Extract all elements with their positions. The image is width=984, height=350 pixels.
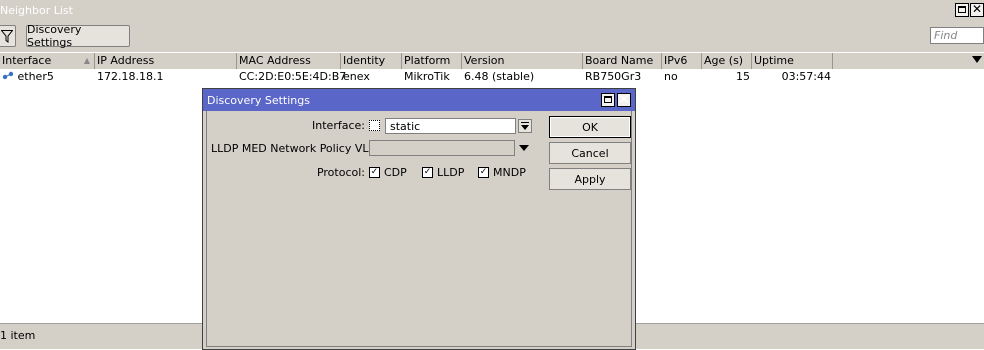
- column-ipv6[interactable]: IPv6: [662, 53, 702, 69]
- cell-age: 15: [736, 70, 750, 83]
- cancel-button[interactable]: Cancel: [549, 142, 631, 164]
- find-input[interactable]: Find: [930, 27, 984, 44]
- cell-ipv6: no: [664, 70, 678, 83]
- column-age-label: Age (s): [704, 54, 744, 67]
- dialog-title: Discovery Settings: [207, 94, 310, 107]
- mndp-label: MNDP: [493, 166, 526, 179]
- item-count: 1 item: [0, 329, 36, 342]
- discovery-settings-button[interactable]: Discovery Settings: [26, 23, 130, 49]
- dialog-titlebar: Discovery Settings ✕: [203, 89, 635, 111]
- column-platform[interactable]: Platform: [402, 53, 462, 69]
- dialog-maximize-button[interactable]: [601, 93, 615, 107]
- maximize-icon: [958, 6, 966, 13]
- column-mac-address[interactable]: MAC Address: [237, 53, 341, 69]
- chevron-down-icon[interactable]: [519, 145, 529, 151]
- dropdown-icon: [521, 122, 529, 130]
- cell-identity: enex: [343, 70, 370, 83]
- close-icon: ✕: [971, 2, 983, 16]
- filter-button[interactable]: [0, 25, 16, 47]
- column-mac-address-label: MAC Address: [239, 54, 311, 67]
- ok-label: OK: [582, 120, 598, 134]
- column-uptime-label: Uptime: [754, 54, 794, 67]
- column-menu-icon[interactable]: [972, 56, 982, 63]
- lldp-vlan-field[interactable]: [369, 140, 515, 156]
- cell-board-name: RB750Gr3: [585, 70, 642, 83]
- lldp-vlan-label: LLDP MED Network Policy VLAN: [211, 142, 385, 155]
- toolbar: Discovery Settings Find: [0, 22, 984, 52]
- window-titlebar: Neighbor List ✕: [0, 0, 984, 23]
- column-version-label: Version: [464, 54, 505, 67]
- lldp-checkbox[interactable]: ✓: [422, 167, 433, 178]
- discovery-settings-dialog: Discovery Settings ✕ Interface: static L…: [202, 88, 636, 350]
- cdp-checkbox[interactable]: ✓: [369, 167, 380, 178]
- cell-platform: MikroTik: [404, 70, 450, 83]
- column-interface-label: Interface: [2, 54, 52, 67]
- sort-ascending-icon: ▲: [83, 56, 90, 65]
- cell-ip-address: 172.18.18.1: [97, 70, 164, 83]
- cancel-label: Cancel: [571, 146, 609, 160]
- column-identity-label: Identity: [343, 54, 386, 67]
- table-row[interactable]: ether5 172.18.18.1 CC:2D:E0:5E:4D:B7 ene…: [0, 69, 984, 84]
- window-title: Neighbor List: [0, 4, 73, 17]
- interface-value: static: [390, 120, 421, 133]
- column-identity[interactable]: Identity: [341, 53, 402, 69]
- discovery-settings-label: Discovery Settings: [27, 23, 82, 49]
- column-ip-address-label: IP Address: [97, 54, 155, 67]
- close-button[interactable]: ✕: [970, 2, 984, 17]
- cdp-label: CDP: [384, 166, 407, 179]
- table-header: Interface ▲ IP Address MAC Address Ident…: [0, 52, 984, 70]
- dialog-close-button[interactable]: ✕: [617, 92, 631, 107]
- close-icon: ✕: [618, 92, 630, 106]
- column-version[interactable]: Version: [462, 53, 583, 69]
- mndp-checkbox[interactable]: ✓: [478, 167, 489, 178]
- filter-icon: [1, 29, 13, 43]
- apply-button[interactable]: Apply: [549, 168, 631, 190]
- apply-label: Apply: [574, 172, 606, 186]
- lldp-label: LLDP: [437, 166, 465, 179]
- column-interface[interactable]: Interface ▲: [0, 53, 95, 69]
- dialog-body: Interface: static LLDP MED Network Polic…: [206, 111, 632, 347]
- maximize-icon: [604, 96, 612, 103]
- interface-label: Interface:: [312, 119, 365, 132]
- column-age[interactable]: Age (s): [702, 53, 752, 69]
- cell-mac-address: CC:2D:E0:5E:4D:B7: [239, 70, 347, 83]
- column-platform-label: Platform: [404, 54, 451, 67]
- column-ipv6-label: IPv6: [664, 54, 688, 67]
- cell-interface: ether5: [0, 69, 95, 84]
- maximize-button[interactable]: [955, 3, 969, 17]
- interface-field[interactable]: static: [385, 118, 516, 134]
- interface-dropdown-button[interactable]: [518, 119, 532, 133]
- neighbor-icon: [2, 71, 14, 80]
- find-placeholder: Find: [934, 29, 958, 42]
- protocol-label: Protocol:: [316, 166, 365, 179]
- interface-value: ether5: [17, 70, 54, 83]
- ok-button[interactable]: OK: [549, 116, 631, 138]
- column-board-name-label: Board Name: [585, 54, 654, 67]
- column-board-name[interactable]: Board Name: [583, 53, 662, 69]
- column-ip-address[interactable]: IP Address: [95, 53, 237, 69]
- column-uptime[interactable]: Uptime: [752, 53, 833, 69]
- cell-uptime: 03:57:44: [781, 70, 831, 83]
- cell-version: 6.48 (stable): [464, 70, 535, 83]
- interface-checkbox[interactable]: [369, 120, 380, 131]
